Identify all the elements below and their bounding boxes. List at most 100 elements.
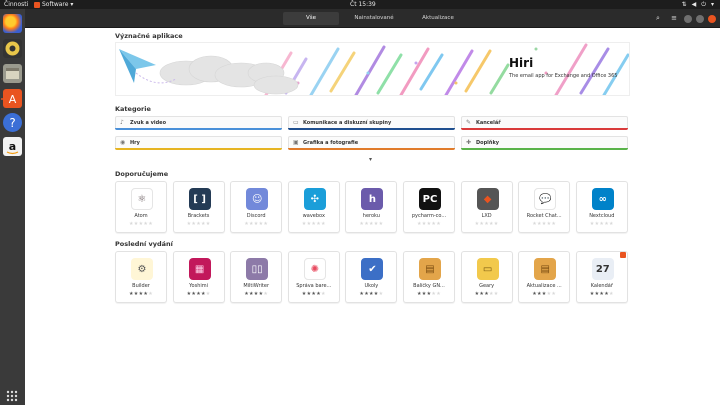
heroku-icon: h — [361, 188, 384, 210]
chevron-down-icon[interactable]: ▾ — [711, 0, 714, 9]
app-card[interactable]: [ ] Brackets ★★★★★ — [172, 181, 225, 233]
amazon-icon[interactable]: a — [3, 137, 22, 156]
minimize-button[interactable] — [684, 15, 692, 23]
nextcloud-icon: ∞ — [591, 188, 614, 210]
star-icon: ★ — [205, 221, 211, 227]
expand-categories-icon[interactable]: ▾ — [369, 156, 372, 163]
update-badge-icon — [620, 252, 626, 258]
app-card[interactable]: ◆ LXD ★★★★★ — [460, 181, 513, 233]
star-icon: ★ — [320, 291, 326, 297]
tab-installed[interactable]: Nainstalované — [345, 12, 403, 25]
help-icon[interactable]: ? — [3, 113, 22, 132]
atom-icon: ⚛ — [131, 188, 153, 210]
star-rating: ★★★★★ — [174, 291, 224, 297]
featured-banner[interactable]: Hiri The email app for Exchange and Offi… — [115, 42, 630, 96]
app-name: Yoshimi — [189, 283, 209, 289]
app-menu[interactable]: Software ▾ — [34, 0, 73, 9]
app-card[interactable]: h heroku ★★★★★ — [345, 181, 398, 233]
category-icon: ✚ — [466, 139, 472, 146]
app-card[interactable]: ✔ Úkoly ★★★★★ — [345, 251, 398, 303]
firefox-icon[interactable] — [3, 14, 22, 33]
app-card[interactable]: ▤ Aktualizace ... ★★★★★ — [518, 251, 571, 303]
packages-icon: ▤ — [419, 258, 441, 280]
category-button[interactable]: ◉ Hry — [115, 136, 282, 150]
category-button[interactable]: ✎ Kancelář — [461, 116, 628, 130]
star-rating: ★★★★★ — [231, 221, 281, 227]
category-color-bar — [288, 128, 455, 130]
star-rating: ★★★★★ — [519, 291, 569, 297]
category-button[interactable]: ▭ Komunikace a diskuzní skupiny — [288, 116, 455, 130]
network-icon[interactable]: ⇅ — [682, 0, 687, 9]
tab-all[interactable]: Vše — [283, 12, 339, 25]
search-icon[interactable]: ⌕ — [652, 12, 664, 24]
category-button[interactable]: ♪ Zvuk a video — [115, 116, 282, 130]
star-rating: ★★★★★ — [116, 291, 166, 297]
app-name: Brackets — [187, 213, 210, 219]
system-tray[interactable]: ⇅ ◀ ⏻ ▾ — [682, 0, 714, 9]
clock[interactable]: Čt 15:39 — [350, 0, 376, 9]
star-rating: ★★★★★ — [404, 221, 454, 227]
files-icon[interactable] — [3, 64, 22, 83]
category-label: Komunikace a diskuzní skupiny — [303, 120, 392, 126]
star-rating: ★★★★★ — [462, 291, 512, 297]
volume-icon[interactable]: ◀ — [692, 0, 697, 9]
app-name: Správa bare... — [296, 283, 332, 289]
app-menu-label: Software ▾ — [42, 1, 74, 8]
app-name: Úkoly — [364, 283, 379, 289]
power-icon[interactable]: ⏻ — [701, 0, 706, 9]
show-apps-icon[interactable] — [6, 387, 18, 402]
category-color-bar — [461, 148, 628, 150]
category-button[interactable]: ✚ Doplňky — [461, 136, 628, 150]
app-card[interactable]: ✺ Správa bare... ★★★★★ — [287, 251, 340, 303]
app-name: Builder — [132, 283, 150, 289]
recommended-title: Doporučujeme — [115, 170, 169, 178]
category-label: Hry — [130, 140, 140, 146]
app-card[interactable]: ✣ wavebox ★★★★★ — [287, 181, 340, 233]
rhythmbox-icon[interactable] — [3, 39, 22, 58]
star-icon: ★ — [263, 291, 269, 297]
wavebox-icon: ✣ — [303, 188, 326, 210]
category-label: Doplňky — [476, 140, 500, 146]
star-icon: ★ — [493, 221, 499, 227]
svg-text:a: a — [9, 140, 16, 153]
app-card[interactable]: ▭ Geary ★★★★★ — [460, 251, 513, 303]
color-icon: ✺ — [303, 258, 326, 280]
close-button[interactable] — [708, 15, 716, 23]
star-icon: ★ — [320, 221, 326, 227]
category-button[interactable]: ▣ Grafika a fotografie — [288, 136, 455, 150]
builder-icon: ⚙ — [131, 258, 153, 280]
app-card[interactable]: 💬 Rocket Chat... ★★★★★ — [518, 181, 571, 233]
app-name: wavebox — [302, 213, 325, 219]
star-icon: ★ — [148, 221, 153, 227]
app-card[interactable]: ⚙ Builder ★★★★★ — [115, 251, 167, 303]
menu-icon[interactable]: ≡ — [668, 12, 680, 24]
app-card[interactable]: ▦ Yoshimi ★★★★★ — [172, 251, 225, 303]
app-card[interactable]: ∞ Nextcloud ★★★★★ — [575, 181, 628, 233]
star-rating: ★★★★★ — [289, 221, 339, 227]
banner-app-name: Hiri — [509, 56, 534, 70]
app-card[interactable]: ▤ Balíčky GN... ★★★★★ — [403, 251, 455, 303]
category-icon: ▣ — [293, 139, 299, 146]
category-label: Grafika a fotografie — [303, 140, 359, 146]
star-rating: ★★★★★ — [231, 291, 281, 297]
software-icon[interactable]: A — [3, 89, 22, 108]
maximize-button[interactable] — [696, 15, 704, 23]
app-card[interactable]: ☺ Discord ★★★★★ — [230, 181, 283, 233]
dock: A ? a — [0, 9, 25, 405]
category-icon: ◉ — [120, 139, 126, 146]
app-card[interactable]: 27 Kalendář ★★★★★ — [575, 251, 628, 303]
category-color-bar — [115, 128, 282, 130]
activities-button[interactable]: Činnosti — [4, 0, 28, 9]
star-icon: ★ — [493, 291, 499, 297]
category-color-bar — [288, 148, 455, 150]
app-card[interactable]: ⚛ Atom ★★★★★ — [115, 181, 167, 233]
category-label: Zvuk a video — [130, 120, 167, 126]
header-actions: ⌕ ≡ — [652, 12, 716, 24]
tab-updates[interactable]: Aktualizace — [409, 12, 467, 25]
app-card[interactable]: ▯▯ MiltiWriter ★★★★★ — [230, 251, 283, 303]
software-small-icon — [34, 1, 40, 8]
star-icon: ★ — [608, 291, 614, 297]
app-name: MiltiWriter — [243, 283, 270, 289]
app-card[interactable]: PC pycharm-co... ★★★★★ — [403, 181, 455, 233]
view-switcher: Vše Nainstalované Aktualizace — [283, 12, 473, 25]
